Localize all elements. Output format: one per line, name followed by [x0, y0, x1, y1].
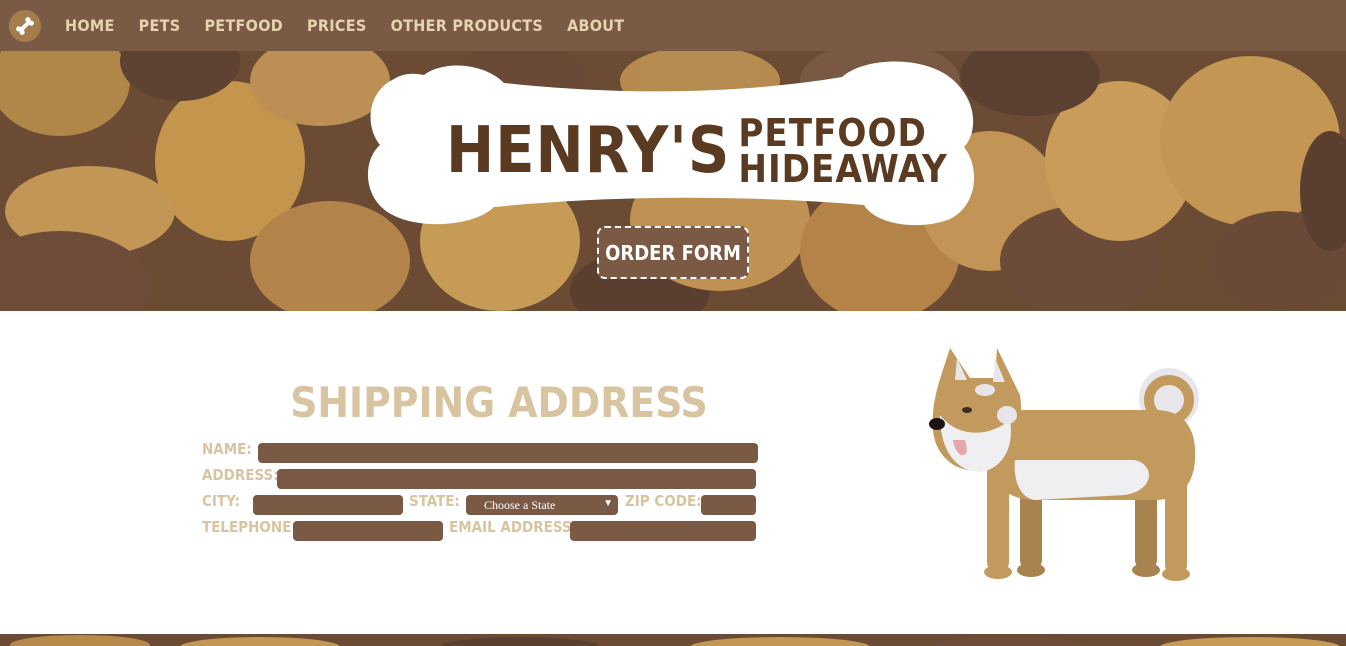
address-label: ADDRESS:: [202, 466, 279, 484]
email-label: EMAIL ADDRESS:: [449, 518, 578, 536]
state-select[interactable]: Choose a State ▼: [466, 495, 618, 515]
top-nav: HOME PETS PETFOOD PRICES OTHER PRODUCTS …: [0, 0, 1346, 51]
chevron-down-icon: ▼: [603, 498, 613, 509]
dog-illustration: [929, 348, 1199, 581]
title-henrys: HENRY'S: [446, 114, 731, 188]
nav-home[interactable]: HOME: [65, 16, 115, 35]
site-title: HENRY'S PETFOOD HIDEAWAY: [446, 106, 947, 196]
zip-input[interactable]: [701, 495, 756, 515]
shipping-address-heading: SHIPPING ADDRESS: [290, 378, 708, 427]
email-input[interactable]: [570, 521, 756, 541]
nav-prices[interactable]: PRICES: [307, 16, 367, 35]
bone-logo-icon[interactable]: [9, 9, 41, 42]
name-label: NAME:: [202, 440, 252, 458]
nav-about[interactable]: ABOUT: [567, 16, 624, 35]
footer-strip: [0, 634, 1346, 646]
telephone-input[interactable]: [293, 521, 443, 541]
title-hideaway: HIDEAWAY: [738, 147, 948, 191]
zip-label: ZIP CODE:: [625, 492, 702, 510]
order-form-button[interactable]: ORDER FORM: [597, 226, 749, 279]
telephone-label: TELEPHONE:: [202, 518, 297, 536]
city-label: CITY:: [202, 492, 240, 510]
state-label: STATE:: [409, 492, 460, 510]
nav-other-products[interactable]: OTHER PRODUCTS: [391, 16, 544, 35]
nav-pets[interactable]: PETS: [139, 16, 181, 35]
address-input[interactable]: [277, 469, 756, 489]
state-select-value: Choose a State: [484, 497, 556, 512]
name-input[interactable]: [258, 443, 758, 463]
hero-banner: HENRY'S PETFOOD HIDEAWAY ORDER FORM: [0, 51, 1346, 311]
title-petfood: PETFOOD: [738, 110, 927, 155]
nav-petfood[interactable]: PETFOOD: [204, 16, 283, 35]
city-input[interactable]: [253, 495, 403, 515]
